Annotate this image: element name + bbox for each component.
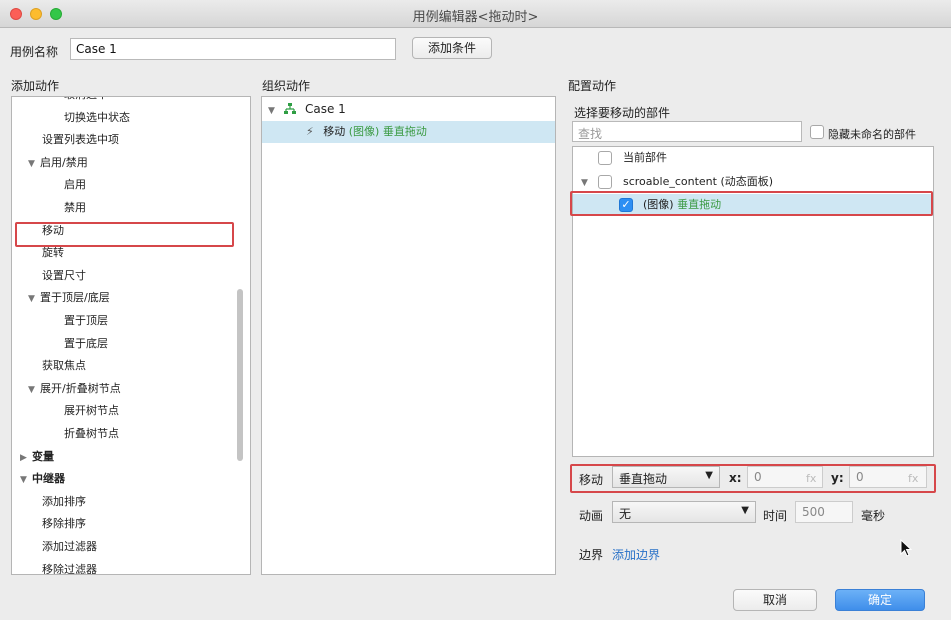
case-label: Case 1 [305, 102, 346, 116]
window-title: 用例编辑器<拖动时> [412, 10, 539, 25]
time-input[interactable]: 500 [795, 501, 853, 523]
action-tree-label: 启用/禁用 [40, 155, 88, 169]
action-tree-label: 置于顶层/底层 [40, 291, 110, 305]
move-action-highlight [15, 222, 234, 247]
action-tree-item[interactable]: ▼ 启用/禁用 [28, 152, 88, 174]
animation-label: 动画 [579, 509, 604, 523]
action-tree-label: 移除排序 [42, 517, 86, 531]
configure-action-header: 配置动作 [568, 79, 617, 93]
y-fx-button[interactable]: fx [908, 472, 918, 485]
image-widget-highlight [570, 191, 933, 216]
case-name-label: 用例名称 [10, 45, 59, 59]
action-tree-scrollbar[interactable] [237, 289, 243, 461]
action-tree-item[interactable]: 切换选中状态 [64, 107, 130, 129]
chevron-down-icon: ▼ [741, 505, 749, 516]
action-tree-item[interactable]: ▶ 变量 [20, 446, 54, 468]
action-name: 移动 [323, 125, 346, 138]
expand-triangle-icon[interactable]: ▼ [581, 171, 593, 193]
action-tree-label: 展开树节点 [64, 404, 119, 418]
move-mode-select[interactable]: 垂直拖动 ▼ [612, 466, 720, 488]
action-tree-item[interactable]: 添加过滤器 [42, 536, 97, 558]
lightning-icon: ⚡ [306, 125, 314, 138]
current-widget-checkbox[interactable] [598, 151, 612, 165]
action-tree-label: 取消选中 [64, 97, 108, 101]
action-tree-label: 旋转 [42, 246, 64, 260]
expand-triangle-icon[interactable]: ▼ [28, 153, 40, 175]
hide-unnamed-label: 隐藏未命名的部件 [828, 128, 916, 141]
action-tree-label: 设置列表选中项 [42, 133, 119, 147]
organize-action-header: 组织动作 [262, 79, 311, 93]
add-boundary-link[interactable]: 添加边界 [612, 546, 660, 563]
action-target-type: (图像) [348, 125, 380, 138]
action-tree-item[interactable]: 启用 [64, 174, 86, 196]
action-target-name: 垂直拖动 [382, 125, 427, 138]
time-unit-label: 毫秒 [861, 509, 886, 523]
widget-search-input[interactable]: 查找 [572, 121, 802, 142]
action-tree-item[interactable]: 置于底层 [64, 333, 108, 355]
case-name-input[interactable]: Case 1 [70, 38, 396, 60]
action-tree-item[interactable]: ▼ 置于顶层/底层 [28, 287, 110, 309]
action-tree-label: 切换选中状态 [64, 110, 130, 124]
action-tree-label: 设置尺寸 [42, 268, 86, 282]
move-label: 移动 [579, 473, 604, 487]
action-tree-label: 置于底层 [64, 336, 108, 350]
hide-unnamed-checkbox[interactable] [810, 125, 824, 139]
boundary-label: 边界 [579, 548, 604, 562]
action-tree-item[interactable]: 展开树节点 [64, 400, 119, 422]
action-tree-item[interactable]: ▼ 中继器 [20, 468, 65, 490]
animation-value: 无 [619, 507, 632, 521]
expand-triangle-icon[interactable]: ▼ [20, 469, 32, 491]
cancel-button[interactable]: 取消 [733, 589, 817, 611]
organize-action-panel: ▼ Case 1 ⚡ 移动 (图像) 垂直拖动 [261, 96, 556, 575]
expand-triangle-icon[interactable]: ▼ [28, 379, 40, 401]
add-condition-button[interactable]: 添加条件 [412, 37, 492, 59]
action-tree-item[interactable]: 取消选中 [64, 97, 108, 106]
action-tree-item[interactable]: 置于顶层 [64, 310, 108, 332]
action-tree-label: 获取焦点 [42, 359, 86, 373]
chevron-down-icon: ▼ [705, 470, 713, 481]
use-case-editor-window: 用例编辑器<拖动时> 用例名称 Case 1 添加条件 添加动作 组织动作 配置… [0, 0, 951, 620]
dynamic-panel-item[interactable]: scroable_content (动态面板) [623, 171, 773, 193]
action-tree-item[interactable]: 添加排序 [42, 491, 86, 513]
collapse-triangle-icon[interactable]: ▶ [20, 447, 32, 469]
case-icon [283, 103, 296, 114]
action-tree-item[interactable]: 获取焦点 [42, 355, 86, 377]
action-tree-label: 置于顶层 [64, 314, 108, 327]
action-tree-label: 中继器 [32, 472, 65, 486]
add-action-header: 添加动作 [11, 79, 60, 93]
action-tree-item[interactable]: 禁用 [64, 197, 86, 219]
action-tree-label: 移除过滤器 [42, 562, 97, 575]
move-mode-value: 垂直拖动 [619, 472, 668, 486]
action-tree-label: 禁用 [64, 201, 86, 214]
action-tree-label: 启用 [64, 178, 86, 192]
action-tree-label: 添加排序 [42, 494, 86, 508]
expand-triangle-icon: ▼ [268, 106, 275, 116]
animation-select[interactable]: 无 ▼ [612, 501, 756, 523]
action-tree-label: 折叠树节点 [64, 427, 119, 440]
mouse-cursor-icon [900, 539, 913, 557]
case-tree-node[interactable]: ▼ Case 1 [268, 98, 346, 120]
current-widget-item[interactable]: 当前部件 [623, 147, 667, 169]
ok-button[interactable]: 确定 [835, 589, 925, 611]
action-tree-item[interactable]: 设置列表选中项 [42, 129, 119, 151]
dynamic-panel-checkbox[interactable] [598, 175, 612, 189]
y-label: y: [831, 471, 844, 485]
action-tree-item[interactable]: 折叠树节点 [64, 423, 119, 445]
action-tree-item[interactable]: 设置尺寸 [42, 265, 86, 287]
action-tree-label: 展开/折叠树节点 [40, 381, 121, 395]
title-bar: 用例编辑器<拖动时> [0, 0, 951, 28]
action-tree-item[interactable]: ▼ 展开/折叠树节点 [28, 378, 121, 400]
move-action-item[interactable]: ⚡ 移动 (图像) 垂直拖动 [306, 121, 427, 143]
action-tree-item[interactable]: 移除排序 [42, 513, 86, 535]
time-label: 时间 [763, 509, 788, 523]
x-label: x: [729, 471, 742, 485]
expand-triangle-icon[interactable]: ▼ [28, 288, 40, 310]
select-widget-label: 选择要移动的部件 [574, 106, 671, 120]
x-fx-button[interactable]: fx [806, 472, 816, 485]
action-tree-item[interactable]: 移除过滤器 [42, 559, 97, 575]
add-action-panel: 取消选中切换选中状态设置列表选中项▼启用/禁用启用禁用移动旋转设置尺寸▼置于顶层… [11, 96, 251, 575]
action-tree-label: 变量 [32, 449, 54, 463]
action-tree-label: 添加过滤器 [42, 540, 97, 553]
